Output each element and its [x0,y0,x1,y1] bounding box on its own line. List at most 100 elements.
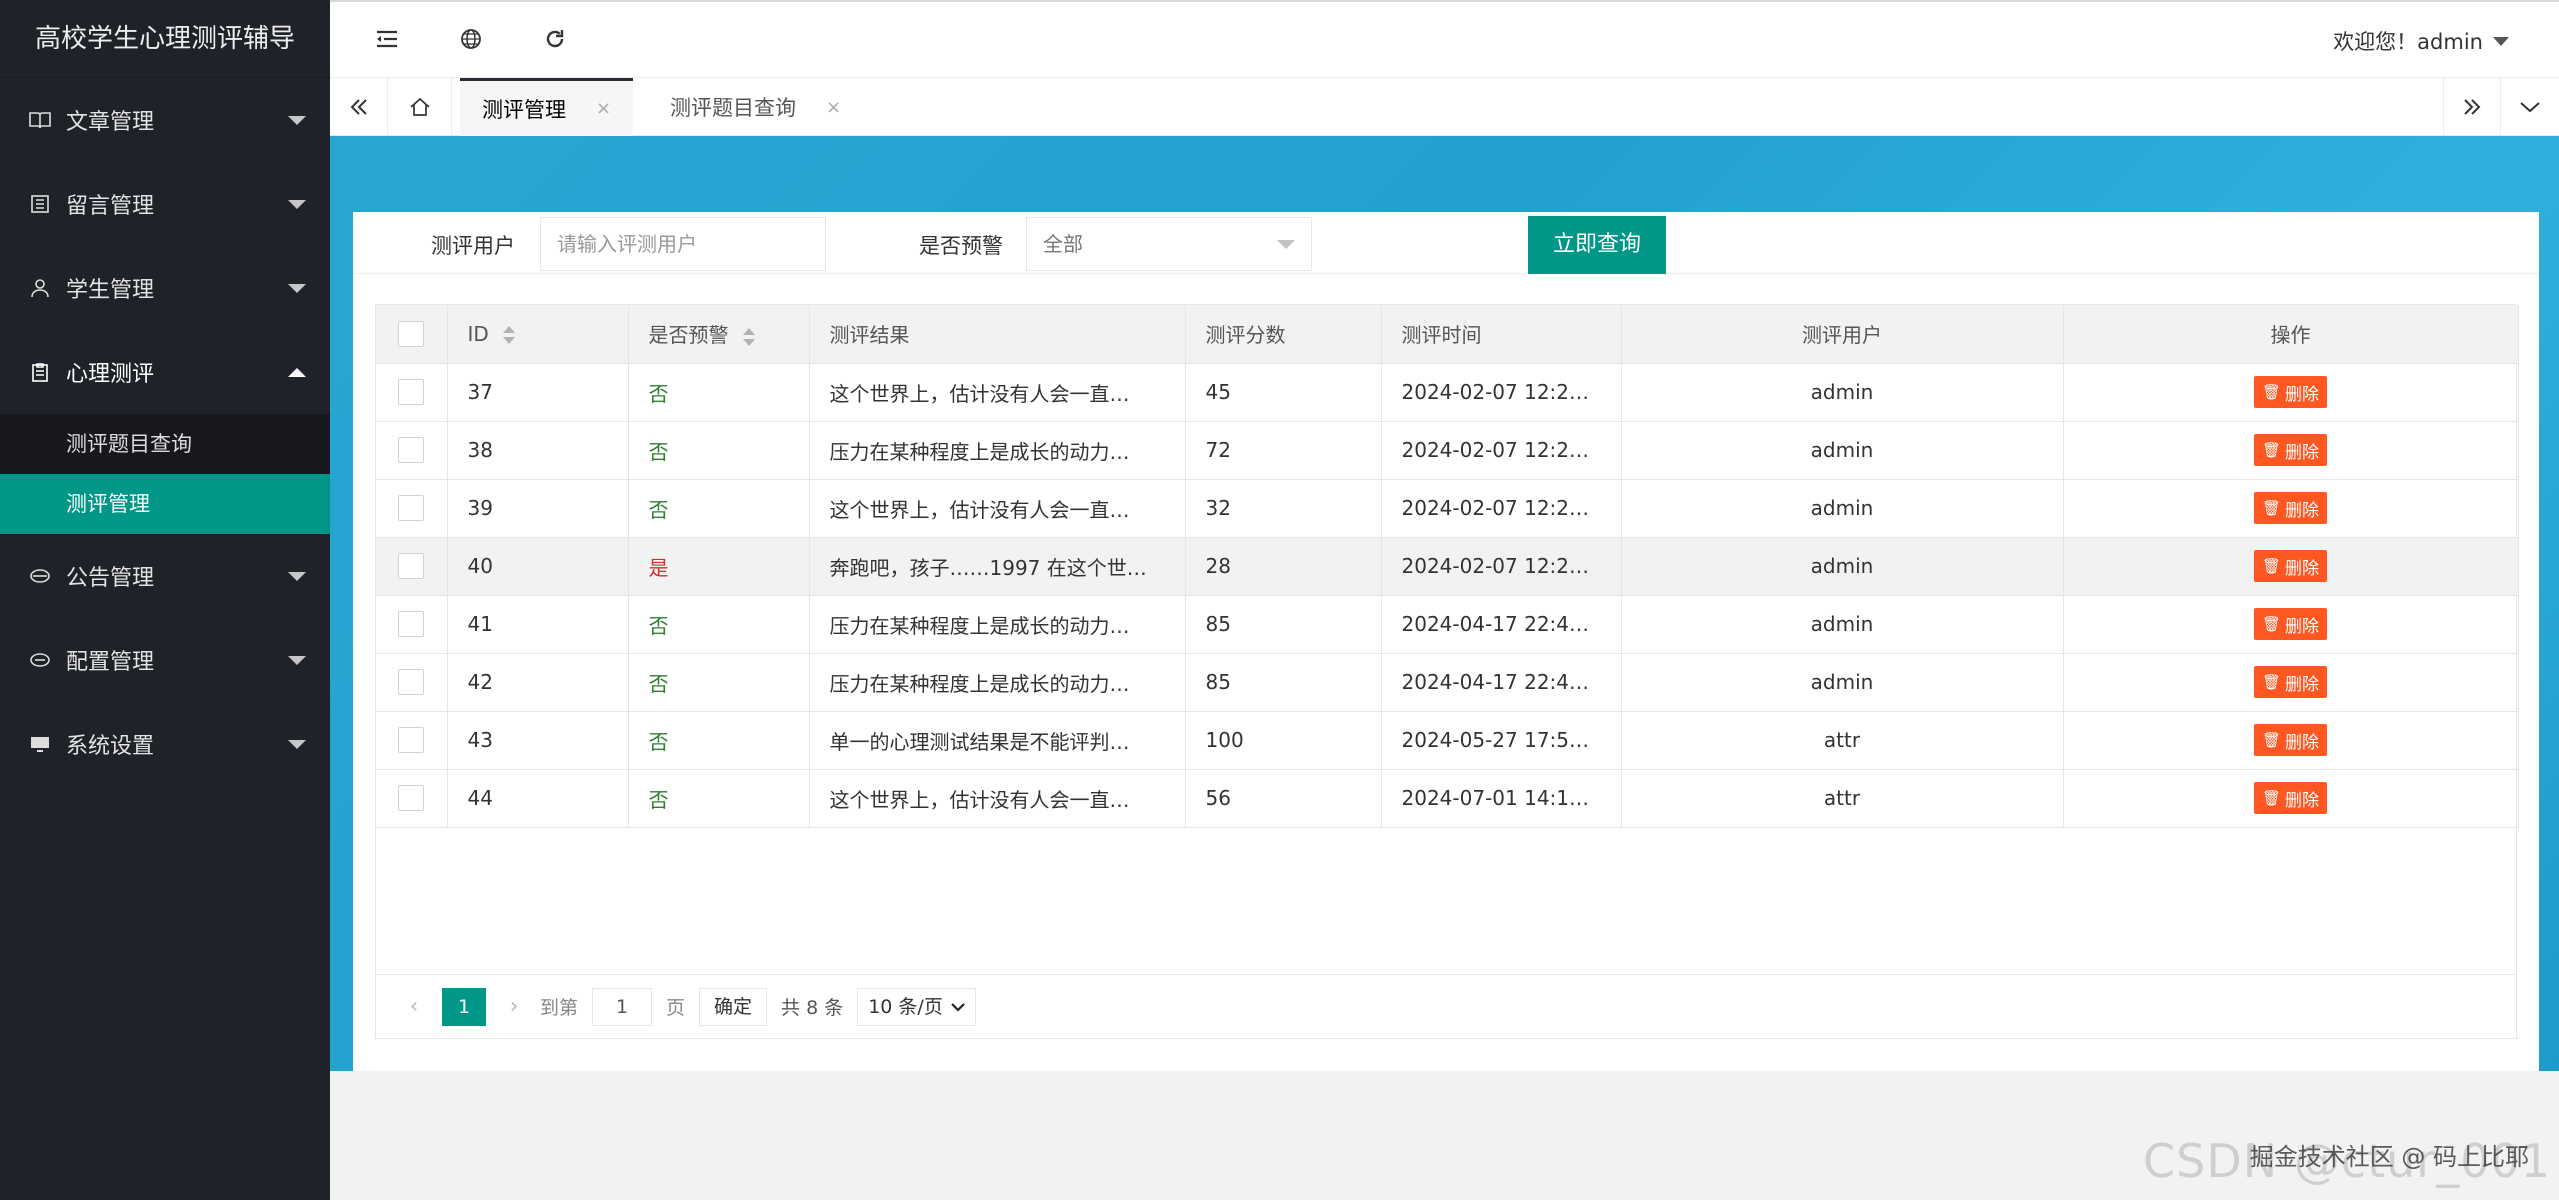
delete-label: 删除 [2285,500,2320,521]
row-select-cell [376,537,448,596]
row-select-cell [376,711,448,770]
chevron-down-icon [288,116,306,125]
sidebar-item-notices[interactable]: 公告管理 [0,534,330,618]
sidebar-subitem-test-management[interactable]: 测评管理 [0,474,330,534]
tab-label: 测评管理 [482,97,566,122]
user-menu[interactable]: 欢迎您！admin [2333,26,2509,56]
cell-warning: 否 [628,769,810,828]
user-search-input[interactable]: 请输入评测用户 [540,217,826,271]
table-row: 38 否 压力在某种程度上是成长的动力… 72 2024-02-07 12:29… [376,421,2519,480]
cell-time: 2024-07-01 14:17:52 [1381,769,1622,828]
cell-score: 85 [1185,595,1382,654]
chevron-down-icon [288,200,306,209]
chevron-down-icon [1277,240,1295,249]
cell-actions: 🗑 删除 [2063,653,2519,712]
sidebar-item-label: 配置管理 [66,650,155,675]
delete-button[interactable]: 🗑 删除 [2253,434,2328,466]
sidebar-item-config[interactable]: 配置管理 [0,618,330,702]
cell-actions: 🗑 删除 [2063,595,2519,654]
row-checkbox[interactable] [398,785,425,812]
close-icon[interactable]: × [826,97,841,118]
cell-actions: 🗑 删除 [2063,711,2519,770]
delete-button[interactable]: 🗑 删除 [2253,666,2328,698]
globe-icon[interactable] [456,24,486,54]
goto-page-input[interactable]: 1 [592,987,653,1026]
cell-actions: 🗑 删除 [2063,363,2519,422]
home-icon[interactable] [388,78,452,136]
tab-test-management[interactable]: 测评管理 × [460,78,634,136]
chevron-down-icon [288,284,306,293]
trash-icon: 🗑 [2261,499,2282,517]
cell-result: 压力在某种程度上是成长的动力… [809,421,1186,480]
cell-user: attr [1621,769,2064,828]
page-number-current[interactable]: 1 [442,987,486,1026]
prev-page-icon[interactable]: ‹ [396,994,432,1019]
row-checkbox[interactable] [398,495,425,522]
col-id-label: ID [467,321,489,346]
page-size-value: 10 条/页 [868,995,943,1018]
cell-score: 45 [1185,363,1382,422]
delete-label: 删除 [2285,674,2320,695]
tabs-dropdown-icon[interactable] [2501,78,2559,136]
page-unit-label: 页 [666,997,686,1019]
cell-actions: 🗑 删除 [2063,537,2519,596]
delete-label: 删除 [2285,558,2320,579]
user-filter-label: 测评用户 [431,234,515,258]
col-id[interactable]: ID [447,305,629,364]
cell-warning: 否 [628,711,810,770]
total-count: 共 8 条 [781,997,844,1019]
row-checkbox[interactable] [398,379,425,406]
sidebar-item-students[interactable]: 学生管理 [0,246,330,330]
sort-icon[interactable] [502,325,515,345]
chevron-down-icon [288,572,306,581]
clipboard-icon [28,360,52,384]
delete-label: 删除 [2285,790,2320,811]
delete-label: 删除 [2285,442,2320,463]
main-card: 测评用户 请输入评测用户 是否预警 全部 立即查询 ID 是否预警 测评结果 测… [353,212,2539,1071]
row-checkbox[interactable] [398,437,425,464]
row-checkbox[interactable] [398,553,425,580]
table-row: 41 否 压力在某种程度上是成长的动力… 85 2024-04-17 22:42… [376,595,2519,654]
row-checkbox[interactable] [398,611,425,638]
sidebar-item-psych-test[interactable]: 心理测评 [0,330,330,414]
col-warning-label: 是否预警 [648,323,729,348]
sidebar-item-system[interactable]: 系统设置 [0,702,330,786]
sidebar-item-articles[interactable]: 文章管理 [0,78,330,162]
row-select-cell [376,363,448,422]
close-icon[interactable]: × [596,98,611,119]
delete-button[interactable]: 🗑 删除 [2253,550,2328,582]
trash-icon: 🗑 [2261,441,2282,459]
row-checkbox[interactable] [398,727,425,754]
chevron-down-icon [288,740,306,749]
delete-button[interactable]: 🗑 删除 [2253,376,2328,408]
cell-user: admin [1621,363,2064,422]
delete-button[interactable]: 🗑 删除 [2253,782,2328,814]
sort-icon[interactable] [742,327,755,347]
tab-question-query[interactable]: 测评题目查询 × [648,78,863,136]
table-row: 43 否 单一的心理测试结果是不能评判… 100 2024-05-27 17:5… [376,711,2519,770]
next-page-icon[interactable]: › [496,994,532,1019]
select-all-checkbox[interactable] [398,321,425,347]
cell-score: 28 [1185,537,1382,596]
tabs-scroll-right-icon[interactable] [2443,78,2501,136]
warning-select[interactable]: 全部 [1026,217,1312,271]
tabs-scroll-left-icon[interactable] [330,78,388,136]
delete-button[interactable]: 🗑 删除 [2253,608,2328,640]
row-select-cell [376,653,448,712]
page-size-select[interactable]: 10 条/页 [857,987,976,1026]
goto-confirm-button[interactable]: 确定 [699,987,768,1026]
delete-label: 删除 [2285,732,2320,753]
trash-icon: 🗑 [2261,615,2282,633]
refresh-icon[interactable] [540,24,570,54]
row-select-cell [376,769,448,828]
col-warning[interactable]: 是否预警 [628,305,810,364]
delete-button[interactable]: 🗑 删除 [2253,724,2328,756]
delete-button[interactable]: 🗑 删除 [2253,492,2328,524]
sidebar-subitem-question-query[interactable]: 测评题目查询 [0,414,330,474]
search-submit-button[interactable]: 立即查询 [1528,216,1666,274]
trash-icon: 🗑 [2261,673,2282,691]
row-checkbox[interactable] [398,669,425,696]
col-user: 测评用户 [1621,305,2064,364]
sidebar-item-messages[interactable]: 留言管理 [0,162,330,246]
menu-collapse-icon[interactable] [372,24,402,54]
